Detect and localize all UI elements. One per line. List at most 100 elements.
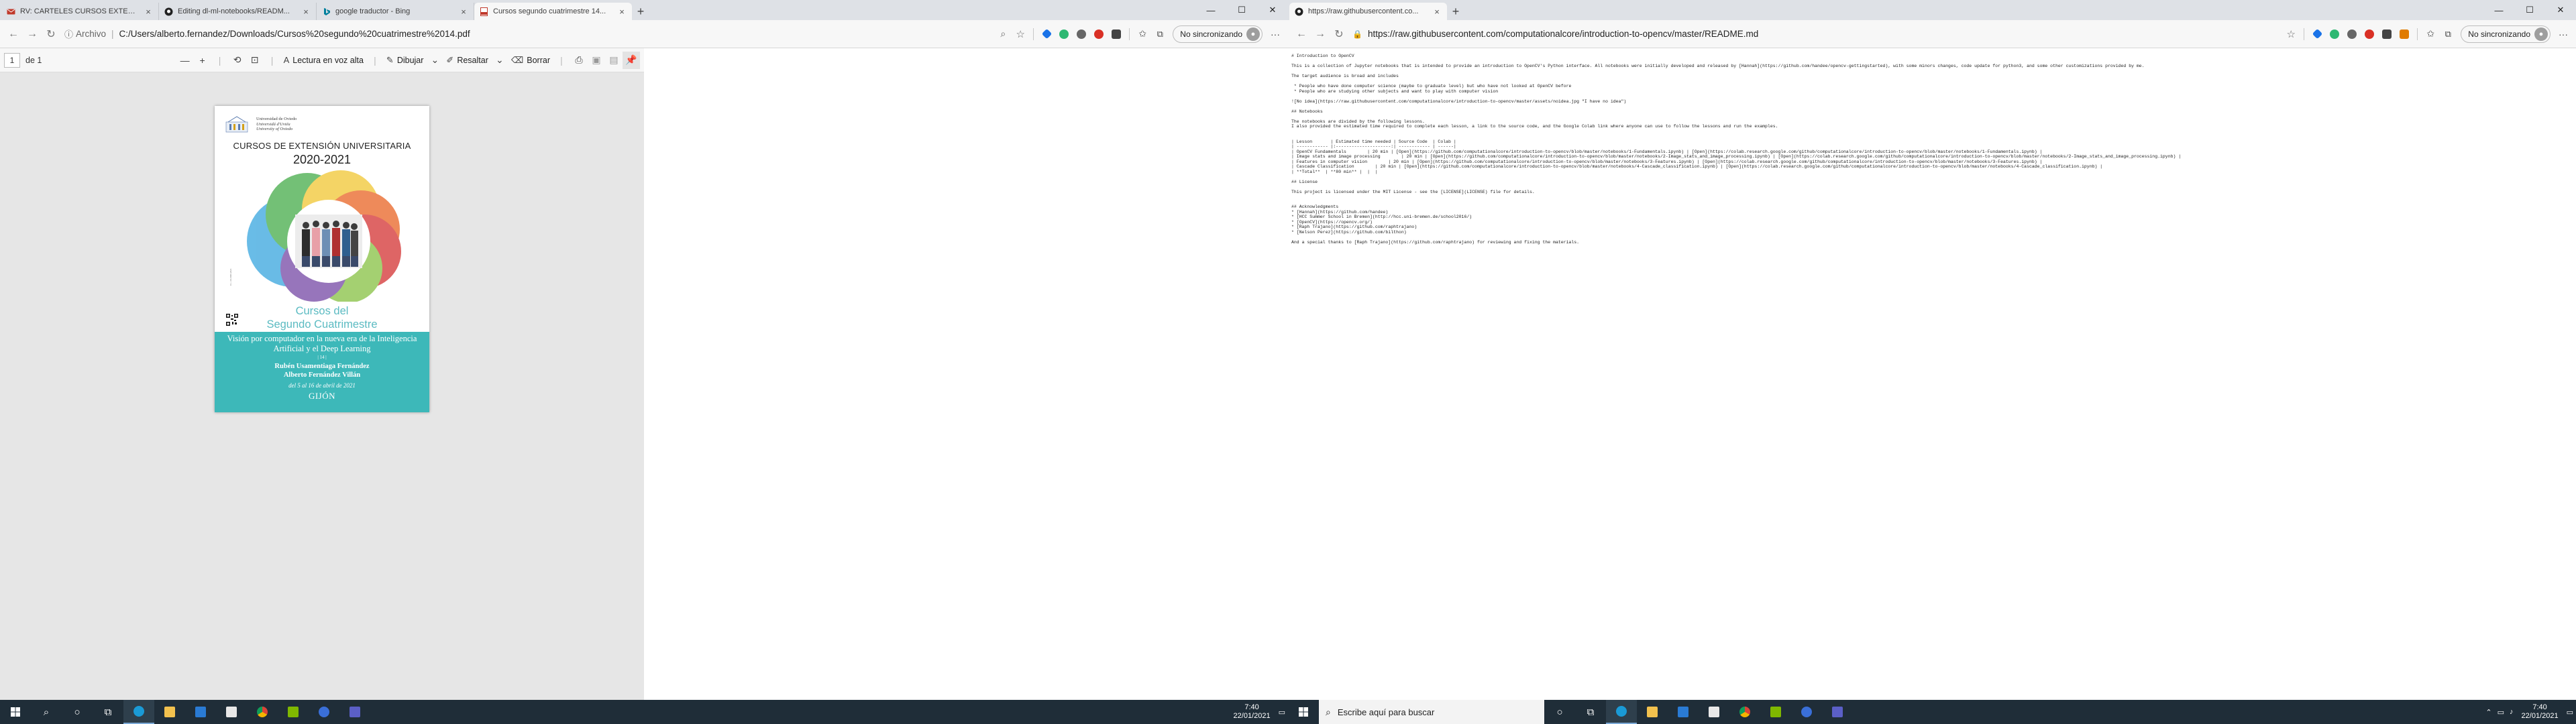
forward-icon[interactable]: → xyxy=(1311,25,1330,44)
extension-orange-icon[interactable] xyxy=(2396,25,2413,43)
notifications-icon[interactable]: ▭ xyxy=(1276,708,1288,717)
task-view-icon[interactable]: ⧉ xyxy=(1575,700,1606,724)
cortana-icon[interactable]: ○ xyxy=(1544,700,1575,724)
teams-icon[interactable] xyxy=(1822,700,1853,724)
page-number-input[interactable]: 1 xyxy=(4,52,20,68)
zoom-icon[interactable]: ⌕ xyxy=(994,25,1012,43)
university-name-en: University of Oviedo xyxy=(256,127,293,131)
task-view-icon[interactable]: ⧉ xyxy=(93,700,123,724)
tab-raw-readme[interactable]: https://raw.githubusercontent.co... × xyxy=(1289,3,1447,20)
refresh-icon[interactable]: ↻ xyxy=(42,25,60,44)
collections-icon[interactable]: ⧉ xyxy=(2439,25,2457,43)
extension-blue-icon[interactable] xyxy=(1038,25,1055,43)
zoom-out-icon[interactable]: — xyxy=(176,52,194,69)
favorite-star-icon[interactable]: ☆ xyxy=(2282,25,2300,43)
clock[interactable]: 7:40 22/01/2021 xyxy=(2516,703,2564,721)
close-tab-icon[interactable]: × xyxy=(144,7,153,17)
clock-time: 7:40 xyxy=(2532,703,2547,711)
clock[interactable]: 7:40 22/01/2021 xyxy=(1228,703,1276,721)
save-icon[interactable]: ▣ xyxy=(588,52,605,69)
search-icon[interactable]: ⌕ xyxy=(31,700,62,724)
pin-toolbar-icon[interactable]: 📌 xyxy=(623,51,640,69)
address-field[interactable]: ⓘ Archivo | C:/Users/alberto.fernandez/D… xyxy=(64,25,990,44)
notepad-icon[interactable] xyxy=(216,700,247,724)
readme-raw-text: # Introduction to OpenCV This is a colle… xyxy=(1291,54,2182,245)
refresh-icon[interactable]: ↻ xyxy=(1330,25,1348,44)
sync-button[interactable]: No sincronizando ● xyxy=(1173,25,1263,43)
tab-email[interactable]: RV: CARTELES CURSOS EXTENSI... × xyxy=(1,3,159,20)
extension-green-icon[interactable] xyxy=(2326,25,2343,43)
extension-red-icon[interactable] xyxy=(2361,25,2378,43)
more-options-icon[interactable]: ··· xyxy=(2555,25,2572,43)
favorite-star-icon[interactable]: ☆ xyxy=(1012,25,1029,43)
new-tab-icon[interactable]: + xyxy=(1447,3,1464,20)
extension-grey-icon[interactable] xyxy=(1073,25,1090,43)
start-windows-icon[interactable] xyxy=(0,700,31,724)
cortana-icon[interactable]: ○ xyxy=(62,700,93,724)
maximize-icon[interactable]: ☐ xyxy=(2514,0,2545,20)
close-tab-icon[interactable]: × xyxy=(1432,7,1442,17)
start-windows-icon[interactable] xyxy=(1288,700,1319,724)
tab-github-edit[interactable]: Editing dl-ml-notebooks/READM... × xyxy=(159,3,317,20)
close-tab-icon[interactable]: × xyxy=(301,7,311,17)
edge-taskbar-icon[interactable] xyxy=(123,700,154,724)
raw-text-view[interactable]: # Introduction to OpenCV This is a colle… xyxy=(1288,48,2576,700)
close-tab-icon[interactable]: × xyxy=(617,7,627,17)
extension-red-icon[interactable] xyxy=(1090,25,1108,43)
notepad-icon[interactable] xyxy=(1699,700,1729,724)
collections-icon[interactable]: ⧉ xyxy=(1151,25,1169,43)
highlight-button[interactable]: ✐ Resaltar xyxy=(443,52,490,69)
tab-bing[interactable]: google traductor - Bing × xyxy=(317,3,474,20)
draw-dropdown-icon[interactable]: ⌄ xyxy=(426,52,443,69)
sync-button[interactable]: No sincronizando ● xyxy=(2461,25,2551,43)
mail-taskbar-icon[interactable] xyxy=(185,700,216,724)
extension-blue-icon[interactable] xyxy=(2308,25,2326,43)
fit-page-icon[interactable]: ⊡ xyxy=(246,52,264,69)
extension-green-icon[interactable] xyxy=(1055,25,1073,43)
app-blue-icon[interactable] xyxy=(1791,700,1822,724)
close-window-icon[interactable]: ✕ xyxy=(2545,0,2576,20)
divider xyxy=(1033,27,1034,40)
tray-expand-icon[interactable]: ⌃ xyxy=(2483,708,2494,717)
close-tab-icon[interactable]: × xyxy=(459,7,468,17)
back-icon[interactable]: ← xyxy=(4,25,23,44)
mail-taskbar-icon[interactable] xyxy=(1668,700,1699,724)
draw-button[interactable]: ✎ Dibujar xyxy=(384,52,427,69)
minimize-icon[interactable]: — xyxy=(1195,0,1226,20)
extension-grey-icon[interactable] xyxy=(2343,25,2361,43)
new-tab-icon[interactable]: + xyxy=(632,3,649,20)
volume-icon[interactable]: ♪ xyxy=(2507,708,2516,716)
highlight-dropdown-icon[interactable]: ⌄ xyxy=(491,52,508,69)
forward-icon[interactable]: → xyxy=(23,25,42,44)
app-blue-icon[interactable] xyxy=(309,700,339,724)
pdf-viewer[interactable]: Universidad de Oviedo Universidá d'Uviéu… xyxy=(0,72,644,700)
edge-taskbar-icon[interactable] xyxy=(1606,700,1637,724)
read-aloud-button[interactable]: A Lectura en voz alta xyxy=(281,52,366,69)
more-options-icon[interactable]: ··· xyxy=(1267,25,1284,43)
save-as-icon[interactable]: ▤ xyxy=(605,52,623,69)
tab-pdf[interactable]: Cursos segundo cuatrimestre 14... × xyxy=(474,3,632,20)
chrome-icon[interactable] xyxy=(1729,700,1760,724)
network-icon[interactable]: ▭ xyxy=(2495,708,2507,717)
maximize-icon[interactable]: ☐ xyxy=(1226,0,1257,20)
address-field[interactable]: 🔒 https://raw.githubusercontent.com/comp… xyxy=(1352,25,2278,44)
minimize-icon[interactable]: — xyxy=(2483,0,2514,20)
print-icon[interactable]: ⎙ xyxy=(570,52,588,69)
rotate-icon[interactable]: ⟲ xyxy=(229,52,246,69)
favorites-icon[interactable]: ✩ xyxy=(2422,25,2439,43)
erase-button[interactable]: ⌫ Borrar xyxy=(508,52,553,69)
app-green-icon[interactable] xyxy=(278,700,309,724)
extension-dark-icon[interactable] xyxy=(1108,25,1125,43)
app-green-icon[interactable] xyxy=(1760,700,1791,724)
file-explorer-icon[interactable] xyxy=(1637,700,1668,724)
teams-icon[interactable] xyxy=(339,700,370,724)
zoom-in-icon[interactable]: + xyxy=(194,52,211,69)
close-window-icon[interactable]: ✕ xyxy=(1257,0,1288,20)
chrome-icon[interactable] xyxy=(247,700,278,724)
favorites-icon[interactable]: ✩ xyxy=(1134,25,1151,43)
file-explorer-icon[interactable] xyxy=(154,700,185,724)
back-icon[interactable]: ← xyxy=(1292,25,1311,44)
extension-dark-icon[interactable] xyxy=(2378,25,2396,43)
taskbar-search-box[interactable]: ⌕ Escribe aquí para buscar xyxy=(1319,700,1544,724)
notifications-icon[interactable]: ▭ xyxy=(2564,708,2576,717)
